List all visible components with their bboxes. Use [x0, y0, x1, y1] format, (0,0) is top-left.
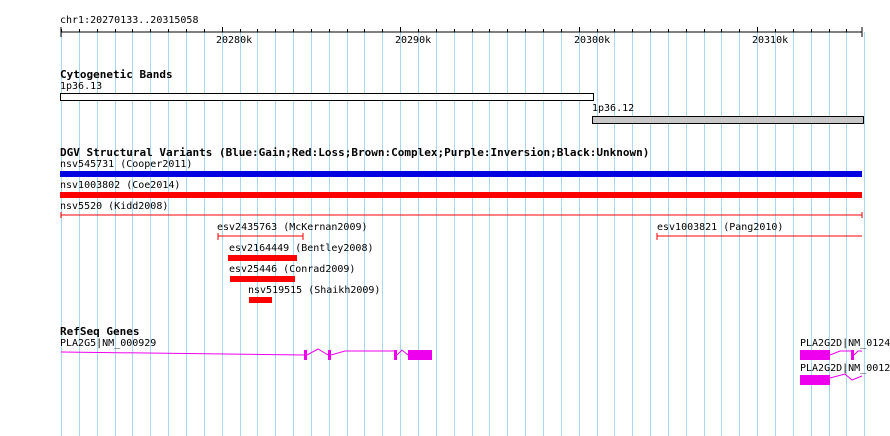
- cytoband-track-title: Cytogenetic Bands: [60, 68, 173, 81]
- gene-model-pla2g2d-2[interactable]: [800, 370, 890, 390]
- tick-label-20310k: 20310k: [752, 35, 789, 46]
- variant-label: esv25446 (Conrad2009): [229, 264, 356, 275]
- variant-bar-loss[interactable]: [249, 297, 272, 303]
- cytoband-1p36-12[interactable]: [592, 116, 864, 124]
- cytoband-1p36-13[interactable]: [60, 93, 594, 101]
- tick-label-20280k: 20280k: [216, 35, 253, 46]
- tick-label-20290k: 20290k: [395, 35, 432, 46]
- tick-label-20300k: 20300k: [574, 35, 611, 46]
- variant-bar-loss[interactable]: [230, 276, 295, 282]
- variant-line-loss[interactable]: [0, 232, 890, 242]
- genome-browser-view: chr1:20270133..20315058 20280k 20290k 20…: [0, 0, 890, 436]
- dgv-track-title: DGV Structural Variants (Blue:Gain;Red:L…: [60, 146, 650, 159]
- variant-bar-loss[interactable]: [60, 192, 862, 198]
- variant-bar-loss[interactable]: [228, 255, 297, 261]
- gene-model-pla2g5[interactable]: [0, 345, 890, 365]
- variant-label: nsv519515 (Shaikh2009): [248, 285, 381, 296]
- variant-label: nsv545731 (Cooper2011): [60, 159, 193, 170]
- variant-label: esv2164449 (Bentley2008): [229, 243, 374, 254]
- variant-bar-gain[interactable]: [60, 171, 862, 177]
- cytoband-label: 1p36.12: [592, 103, 635, 114]
- gene-model-pla2g2d-1[interactable]: [800, 345, 890, 365]
- cytoband-label: 1p36.13: [60, 81, 103, 92]
- variant-label: nsv1003802 (Coe2014): [60, 180, 181, 191]
- refseq-track-title: RefSeq Genes: [60, 325, 140, 338]
- variant-line-loss[interactable]: [0, 210, 890, 220]
